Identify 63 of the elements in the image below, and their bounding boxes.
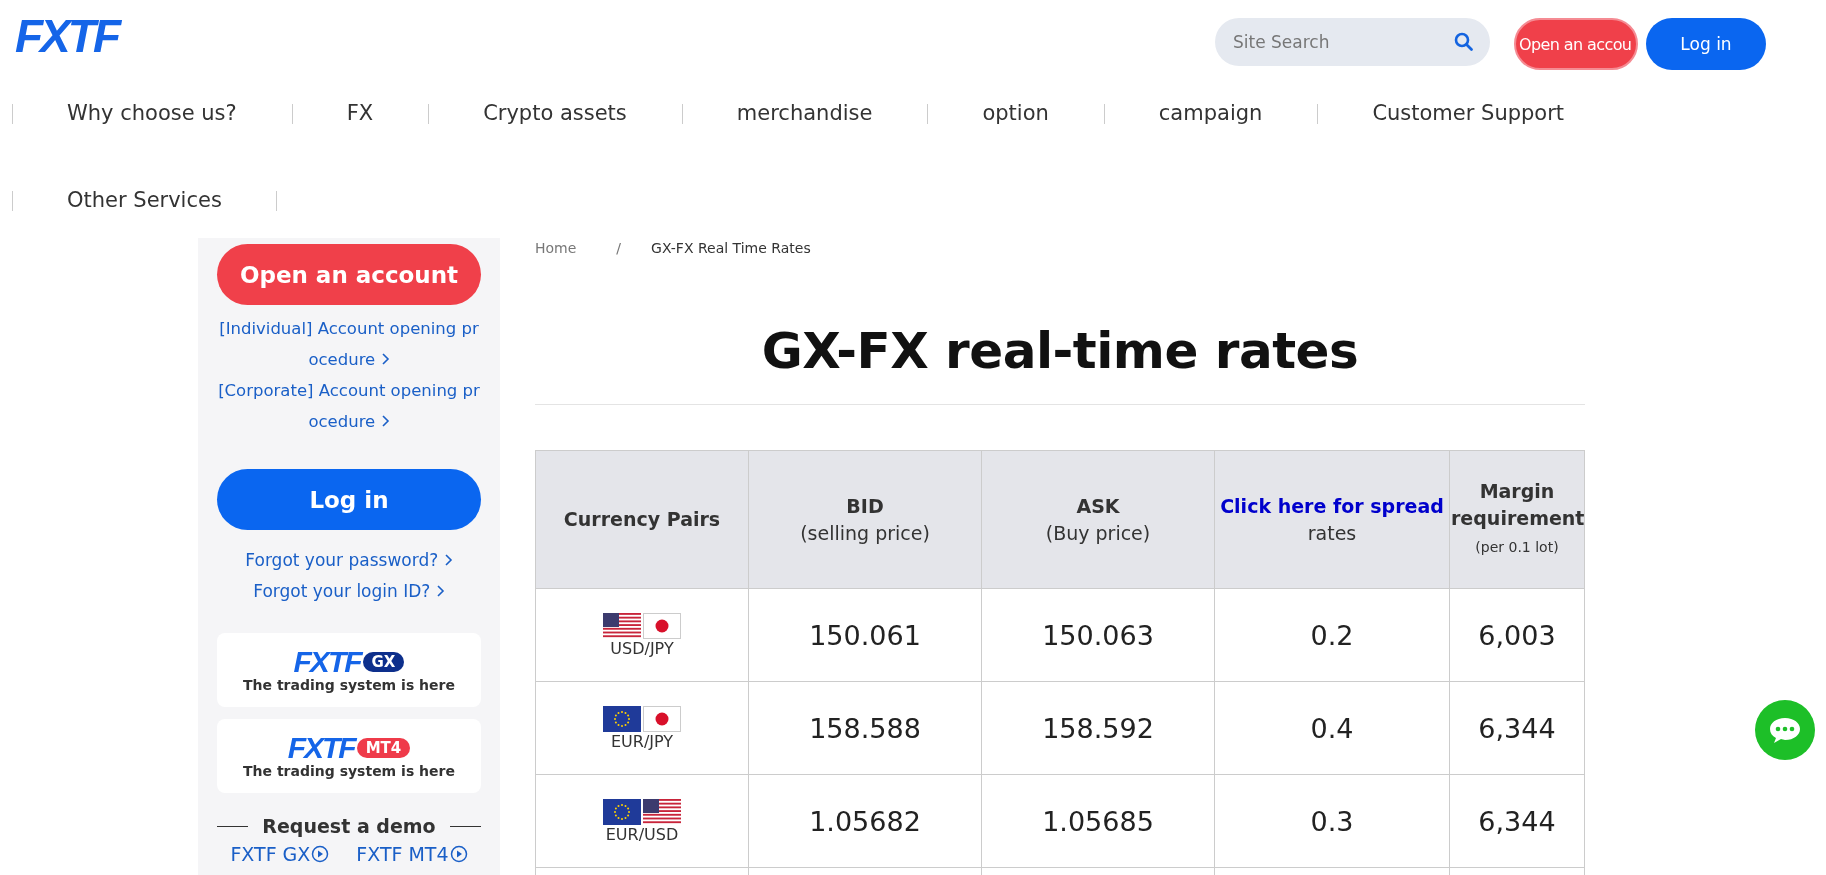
flag-icon [643,612,681,639]
badge: MT4 [356,738,411,758]
login-button[interactable]: Log in [217,469,481,530]
table-cell: 6,344 [1449,774,1585,868]
column-label: ASK [1076,494,1120,517]
card-caption: The trading system is here [243,677,455,693]
account-procedure-link[interactable]: [Corporate] Account opening procedure [217,375,481,437]
logo[interactable]: FXTF [15,14,118,58]
badge: GX [362,652,405,672]
search-icon[interactable] [1454,32,1474,52]
chevron-icon [435,584,445,598]
trading-system-card[interactable]: FXTF GX The trading system is here [217,633,481,707]
spread-rates-link[interactable]: Click here for spread [1220,494,1444,517]
pair-name: EUR/JPY [609,731,675,751]
flag-icon [643,798,681,825]
forgot-link[interactable]: Forgot your password? [245,545,453,576]
table-cell: 6,003 [1449,588,1585,682]
table-cell: 150.061 [748,588,982,682]
account-procedure-link[interactable]: [Individual] Account opening procedure [217,313,481,375]
table-cell: 0.2 [1214,588,1450,682]
breadcrumb-separator: / [616,240,622,256]
column-header: Currency Pairs [535,450,749,589]
table-cell: 0.3 [1214,774,1450,868]
play-icon [311,845,330,863]
chevron-icon [443,553,453,567]
demo-link[interactable]: FXTF GX [230,843,330,865]
table-cell: 1.05682 [748,774,982,868]
breadcrumb-current: GX-FX Real Time Rates [651,240,811,256]
chevron-icon [380,352,390,366]
table-cell: 6,344 [1449,681,1585,775]
column-sublabel: (Buy price) [1045,521,1151,544]
forgot-link[interactable]: Forgot your login ID? [253,576,445,607]
page-title: GX-FX real-time rates [760,322,1360,380]
chat-bubble-icon[interactable] [1755,700,1815,760]
trading-system-card[interactable]: FXTF MT4 The trading system is here [217,719,481,793]
table-cell: 0.4 [1214,681,1450,775]
flag-icon [603,612,641,639]
table-cell: 158.592 [981,681,1215,775]
search-field[interactable]: Site Search [1215,18,1490,66]
section-heading: Request a demo [262,815,436,837]
table-cell: 150.063 [981,588,1215,682]
table-cell: 158.588 [748,681,982,775]
card-caption: The trading system is here [243,763,455,779]
column-note: (per 0.1 lot) [1475,539,1559,555]
flag-icon [643,705,681,732]
logo: FXTF [293,647,361,677]
flag-icon [603,705,641,732]
play-icon [449,845,468,863]
column-sublabel: (selling price) [800,521,930,544]
flag-icon [603,798,641,825]
chevron-icon [380,414,390,428]
logo: FXTF [287,733,355,763]
column-label: rates [1307,521,1357,544]
breadcrumb-link[interactable]: Home [535,240,577,256]
column-label: Margin requirement [1451,480,1585,529]
pair-name: USD/JPY [609,638,675,658]
open-account-button[interactable]: Open an account [217,244,481,305]
table-cell: 1.05685 [981,774,1215,868]
login-button[interactable]: Log in [1646,18,1766,70]
column-label: BID [846,494,884,517]
demo-link[interactable]: FXTF MT4 [356,843,468,865]
open-account-button[interactable]: Open an accou [1514,18,1638,70]
pair-name: EUR/USD [604,824,680,844]
